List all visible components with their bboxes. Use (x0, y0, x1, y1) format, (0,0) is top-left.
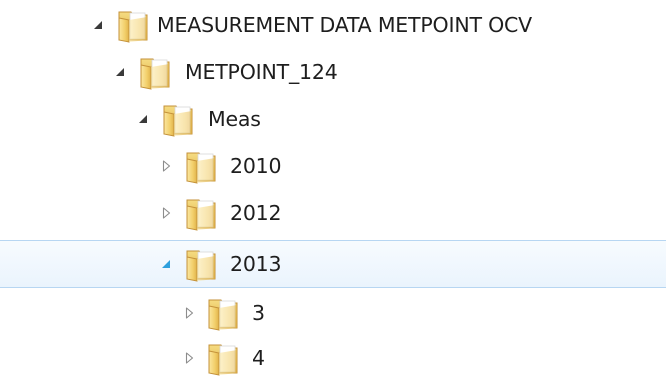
expand-arrow-icon[interactable] (158, 158, 174, 174)
tree-item-metpoint-124[interactable]: METPOINT_124 (0, 50, 666, 94)
tree-item-label: Meas (208, 107, 261, 131)
folder-icon (206, 295, 240, 331)
folder-icon (161, 101, 195, 137)
folder-tree-view: MEASUREMENT DATA METPOINT OCV METPOINT_1… (0, 0, 666, 380)
folder-icon (184, 148, 218, 184)
collapse-arrow-icon[interactable] (90, 17, 106, 33)
tree-item-2010[interactable]: 2010 (0, 144, 666, 188)
folder-icon (138, 54, 172, 90)
tree-item-2013[interactable]: 2013 (0, 240, 666, 288)
tree-item-label: 2013 (230, 252, 282, 276)
expand-arrow-icon[interactable] (181, 305, 197, 321)
tree-item-3[interactable]: 3 (0, 291, 666, 335)
tree-item-label: 3 (252, 301, 265, 325)
tree-item-4[interactable]: 4 (0, 336, 666, 380)
tree-item-measurement-data[interactable]: MEASUREMENT DATA METPOINT OCV (0, 3, 666, 47)
folder-icon (184, 246, 218, 282)
tree-item-label: 4 (252, 346, 265, 370)
expand-arrow-icon[interactable] (181, 350, 197, 366)
expand-arrow-icon[interactable] (158, 205, 174, 221)
tree-item-label: METPOINT_124 (185, 60, 338, 84)
folder-icon (206, 340, 240, 376)
tree-item-label: 2012 (230, 201, 282, 225)
folder-icon (116, 7, 150, 43)
folder-icon (184, 195, 218, 231)
tree-item-2012[interactable]: 2012 (0, 191, 666, 235)
collapse-arrow-icon[interactable] (112, 64, 128, 80)
tree-item-label: MEASUREMENT DATA METPOINT OCV (157, 13, 532, 37)
collapse-arrow-icon[interactable] (158, 256, 174, 272)
collapse-arrow-icon[interactable] (135, 111, 151, 127)
tree-item-meas[interactable]: Meas (0, 97, 666, 141)
tree-item-label: 2010 (230, 154, 282, 178)
